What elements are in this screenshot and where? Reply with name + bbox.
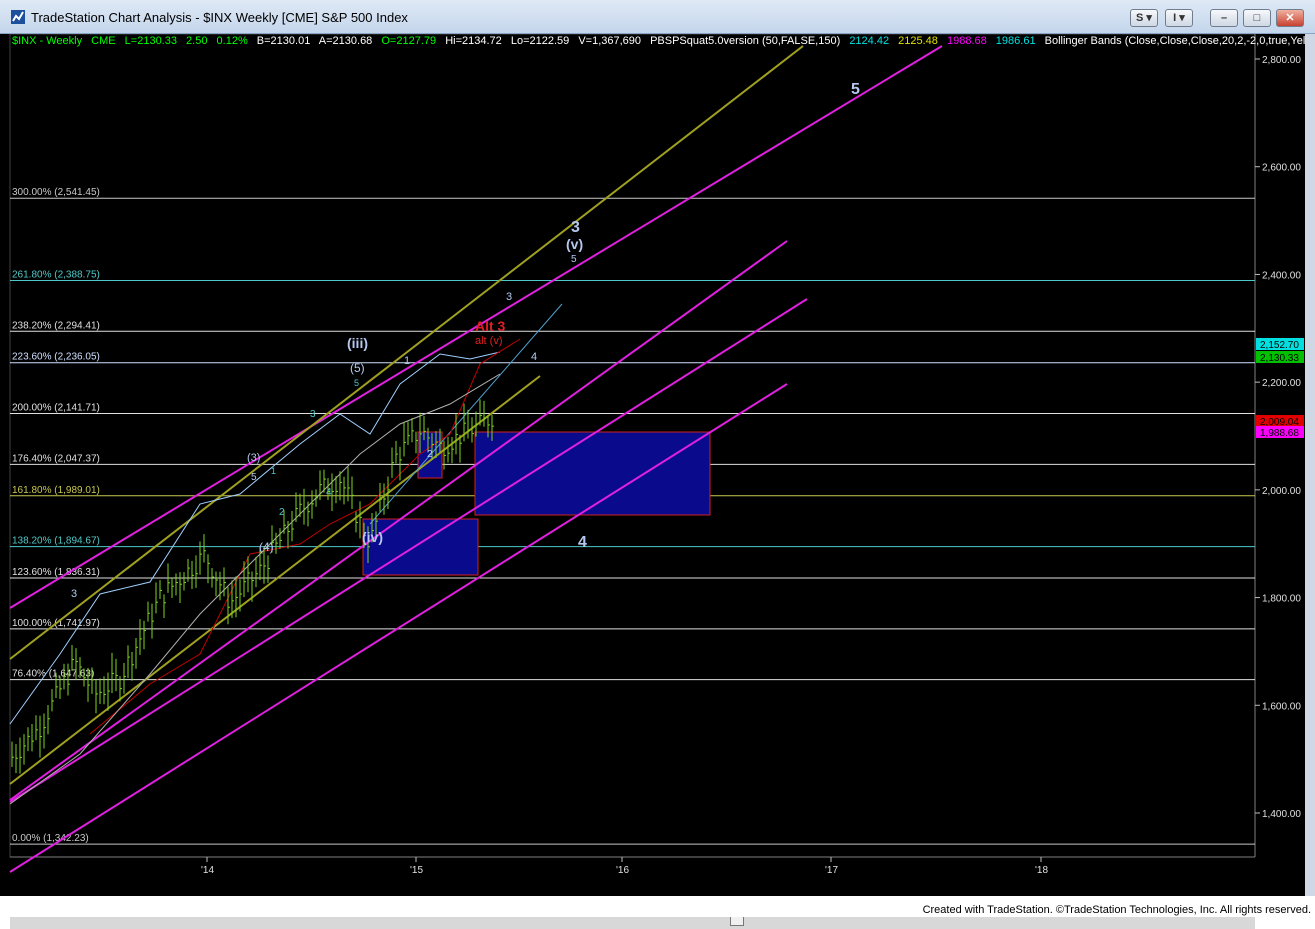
close-button[interactable]: ✕ (1276, 9, 1304, 27)
wave-label: 3 (71, 588, 77, 600)
fib-label: 223.60% (2,236.05) (12, 352, 100, 363)
wave-label: 5 (251, 472, 257, 483)
price-tick-label: 2,800.00 (1262, 55, 1301, 66)
time-axis-ticks: '14 '15 '16 '17 '18 (201, 857, 1048, 876)
wave-label: 5 (571, 254, 577, 265)
style-dropdown-button[interactable]: S ▾ (1130, 9, 1158, 27)
price-tick-label: 2,600.00 (1262, 163, 1301, 174)
window-titlebar: TradeStation Chart Analysis - $INX Weekl… (0, 0, 1315, 34)
window-right-border (1305, 34, 1315, 896)
wave-label: 1 (404, 355, 410, 367)
fib-label: 76.40% (1,647.63) (12, 669, 94, 680)
time-tick-label: '16 (616, 865, 629, 876)
price-tick-label: 2,400.00 (1262, 270, 1301, 281)
price-badge-label: 2,130.33 (1260, 353, 1299, 364)
price-badge-label: 2,152.70 (1260, 340, 1299, 351)
fib-label: 300.00% (2,541.45) (12, 187, 100, 198)
wave-label: (iii) (347, 335, 368, 351)
price-tick-label: 1,600.00 (1262, 701, 1301, 712)
price-tick-label: 2,000.00 (1262, 486, 1301, 497)
fib-label: 176.40% (2,047.37) (12, 453, 100, 464)
price-tick-label: 1,400.00 (1262, 809, 1301, 820)
maximize-button[interactable]: □ (1243, 9, 1271, 27)
wave-label: 3 (571, 219, 580, 236)
footer: Created with TradeStation. ©TradeStation… (0, 896, 1315, 917)
wave-label: 5 (354, 378, 359, 388)
time-tick-label: '15 (410, 865, 423, 876)
fib-label: 138.20% (1,894.67) (12, 536, 100, 547)
price-badge-label: 1,988.68 (1260, 428, 1299, 439)
price-tick-label: 1,800.00 (1262, 594, 1301, 605)
wave-label: 2 (279, 507, 285, 518)
copyright-text: Created with TradeStation. ©TradeStation… (922, 904, 1311, 916)
price-tick-label: 2,200.00 (1262, 378, 1301, 389)
wave-label: 3 (310, 409, 316, 420)
indicator-dropdown-button[interactable]: I ▾ (1165, 9, 1193, 27)
wave-label: 3 (506, 291, 512, 303)
fib-label: 261.80% (2,388.75) (12, 269, 100, 280)
price-axis (1255, 34, 1305, 877)
fib-label: 123.60% (1,836.31) (12, 567, 100, 578)
wave-label: 4 (531, 351, 537, 363)
wave-label: (v) (566, 236, 583, 252)
price-chart-svg[interactable]: 300.00% (2,541.45) 261.80% (2,388.75) 238.… (0, 34, 1305, 877)
wave-label: (3) (247, 452, 260, 464)
wave-label: Alt 3 (475, 318, 506, 334)
wave-label: 4 (578, 534, 587, 551)
time-tick-label: '17 (825, 865, 838, 876)
fib-label: 0.00% (1,342.23) (12, 833, 89, 844)
time-tick-label: '14 (201, 865, 214, 876)
fib-label: 238.20% (2,294.41) (12, 320, 100, 331)
target-box-iv (362, 518, 479, 576)
chart-area[interactable]: 300.00% (2,541.45) 261.80% (2,388.75) 238.… (0, 34, 1315, 929)
wave-label: 4 (326, 487, 332, 498)
window-title: TradeStation Chart Analysis - $INX Weekl… (31, 10, 408, 25)
wave-label: 1 (271, 466, 276, 476)
fib-label: 200.00% (2,141.71) (12, 403, 100, 414)
status-line: $INX - Weekly CME L=2130.33 2.50 0.12% B… (12, 35, 1305, 47)
fib-label: 161.80% (1,989.01) (12, 485, 100, 496)
wave-label: (4) (259, 540, 274, 554)
target-box-4 (474, 431, 711, 516)
wave-label: 5 (851, 81, 860, 98)
wave-label: (5) (350, 361, 365, 375)
minimize-button[interactable]: – (1210, 9, 1238, 27)
time-tick-label: '18 (1035, 865, 1048, 876)
tradestation-app-icon (11, 10, 25, 24)
wave-label: alt (v) (475, 335, 503, 347)
wave-label: 2 (427, 449, 433, 460)
wave-label: (iv) (362, 529, 383, 545)
